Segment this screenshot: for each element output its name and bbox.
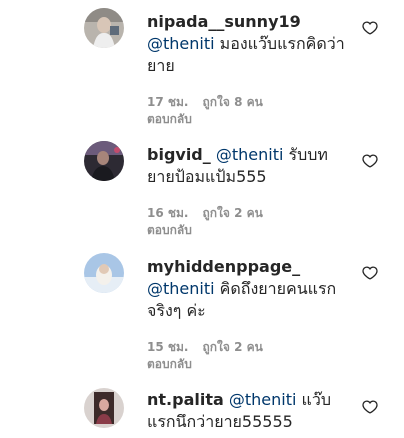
comment-mention[interactable]: @theniti [147,34,215,53]
comment-likes[interactable]: ถูกใจ 2 คน [203,340,263,354]
avatar[interactable] [84,141,124,181]
comment-username[interactable]: bigvid_ [147,145,211,164]
heart-outline-icon[interactable] [362,20,378,36]
comment-likes[interactable]: ถูกใจ 8 คน [203,95,263,109]
comment-meta: 16 ชม. ถูกใจ 2 คน [147,205,263,221]
heart-outline-icon[interactable] [362,153,378,169]
avatar[interactable] [84,388,124,428]
comment-username[interactable]: myhiddenppage_ [147,257,300,276]
heart-outline-icon[interactable] [362,399,378,415]
heart-outline-icon[interactable] [362,265,378,281]
comment-mention[interactable]: @theniti [147,279,215,298]
comment-time[interactable]: 15 ชม. [147,340,189,354]
reply-button[interactable]: ตอบกลับ [147,356,192,372]
comment-username[interactable]: nt.palita [147,390,224,409]
comment-text: nt.palita @theniti แว๊บแรกนึกว่ายาย55555 [147,389,347,433]
reply-button[interactable]: ตอบกลับ [147,222,192,238]
comment-meta: 15 ชม. ถูกใจ 2 คน [147,339,263,355]
comment-likes[interactable]: ถูกใจ 2 คน [203,206,263,220]
comment-time[interactable]: 16 ชม. [147,206,189,220]
comment-text: nipada__sunny19 @theniti มองแว๊บแรกคิดว่… [147,11,347,77]
comment-text: bigvid_ @theniti รับบทยายป้อมแป้ม555 [147,144,347,188]
comment-mention[interactable]: @theniti [229,390,297,409]
avatar[interactable] [84,253,124,293]
comment-username[interactable]: nipada__sunny19 [147,12,301,31]
comment-mention[interactable]: @theniti [216,145,284,164]
comment-meta: 17 ชม. ถูกใจ 8 คน [147,94,263,110]
reply-button[interactable]: ตอบกลับ [147,111,192,127]
comment-text: myhiddenppage_ @theniti คิดถึงยายคนแรกจร… [147,256,347,322]
avatar[interactable] [84,8,124,48]
comment-time[interactable]: 17 ชม. [147,95,189,109]
